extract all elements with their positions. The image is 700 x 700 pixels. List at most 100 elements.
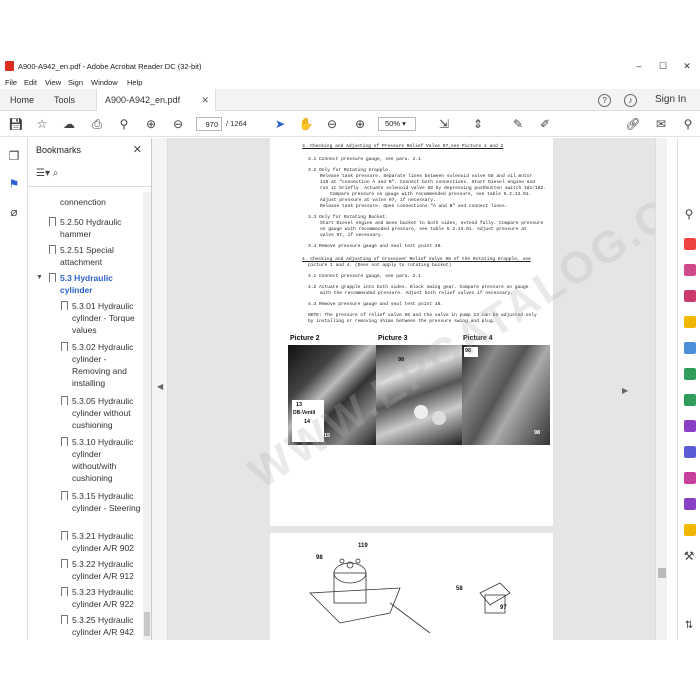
- bookmark-icon: [61, 491, 68, 500]
- doc-line: 119 at "connection A and B". Connect bot…: [320, 180, 536, 185]
- previous-page-icon[interactable]: ⊕: [143, 116, 159, 132]
- bookmarks-panel: Bookmarks ✕ ☰▾ ⌕ connenction 5.2.50 Hydr…: [28, 138, 152, 640]
- doc-line: 3.2 Only for Rotating Grapple.: [308, 168, 391, 173]
- page-thumbnails-icon[interactable]: ❐: [6, 148, 22, 164]
- find-icon[interactable]: ⚲: [680, 116, 696, 132]
- menu-sign[interactable]: Sign: [68, 78, 83, 87]
- bookmark-icon: [49, 217, 56, 226]
- fit-page-icon[interactable]: ⇲: [436, 116, 452, 132]
- panel-splitter[interactable]: ◀: [152, 138, 168, 640]
- prepare-form-icon[interactable]: [684, 472, 696, 484]
- attachments-icon[interactable]: ⌀: [6, 204, 22, 220]
- callout-label: 98: [316, 555, 323, 561]
- select-cursor-icon[interactable]: ➤: [272, 116, 288, 132]
- create-pdf-icon[interactable]: [684, 264, 696, 276]
- divider: [28, 186, 151, 187]
- page-number-input[interactable]: [196, 117, 222, 131]
- print-icon[interactable]: ⎙: [89, 116, 105, 132]
- export-pdf-icon[interactable]: [684, 238, 696, 250]
- tab-tools[interactable]: Tools: [46, 89, 83, 111]
- tab-close-icon[interactable]: ✕: [201, 89, 209, 111]
- help-icon[interactable]: ?: [598, 94, 611, 107]
- fill-sign-icon[interactable]: [684, 420, 696, 432]
- edit-pdf-icon[interactable]: [684, 290, 696, 302]
- document-scrollbar[interactable]: [655, 138, 667, 640]
- doc-line: Compare pressure on gauge with recommend…: [330, 192, 532, 197]
- comment-tool-icon[interactable]: [684, 316, 696, 328]
- search-icon[interactable]: ⚲: [681, 206, 697, 222]
- menu-view[interactable]: View: [45, 78, 61, 87]
- scan-ocr-icon[interactable]: [684, 394, 696, 406]
- doc-line: run it briefly. Actuate solenoid valve 5…: [320, 186, 547, 191]
- doc-line: picture 1 and 4. (Does not apply to rota…: [308, 263, 452, 268]
- next-page-icon[interactable]: ⊖: [170, 116, 186, 132]
- menu-file[interactable]: File: [5, 78, 17, 87]
- toolbar: 💾︎ ☆ ☁ ⎙ ⚲ ⊕ ⊖ / 1264 ➤ ✋ ⊖ ⊕ 50% ▾ ⇲ ⇕ …: [0, 111, 700, 137]
- bookmark-icon: [61, 587, 68, 596]
- comment-icon[interactable]: ✎: [510, 116, 526, 132]
- menu-window[interactable]: Window: [91, 78, 118, 87]
- document-view[interactable]: 3. Checking and Adjusting of Pressure Re…: [168, 138, 655, 640]
- cloud-upload-icon[interactable]: ☁: [61, 116, 77, 132]
- menu-edit[interactable]: Edit: [24, 78, 37, 87]
- share-link-icon[interactable]: 🔗︎: [625, 116, 641, 132]
- organize-pages-icon[interactable]: [684, 368, 696, 380]
- save-icon[interactable]: 💾︎: [8, 116, 24, 132]
- minimize-icon[interactable]: –: [632, 60, 646, 72]
- bookmarks-title: Bookmarks: [36, 145, 82, 155]
- scroll-mode-icon[interactable]: ⇕: [470, 116, 486, 132]
- close-panel-icon[interactable]: ✕: [133, 143, 142, 156]
- collapse-left-icon[interactable]: ◀: [157, 382, 163, 391]
- zoom-search-icon[interactable]: ⚲: [116, 116, 132, 132]
- doc-line: Release tank pressure. Open connections …: [320, 204, 508, 209]
- notifications-icon[interactable]: ♪: [624, 94, 637, 107]
- combine-files-icon[interactable]: [684, 342, 696, 354]
- callout-label: 13: [296, 402, 303, 408]
- menu-help[interactable]: Help: [127, 78, 142, 87]
- bookmark-icon: [61, 615, 68, 624]
- bookmarks-scrollbar[interactable]: [143, 192, 151, 640]
- bookmarks-icon[interactable]: ⚑: [6, 176, 22, 192]
- pdf-page: 119 98 58 97: [270, 533, 553, 640]
- scrollbar-thumb[interactable]: [658, 568, 666, 578]
- title-bar: A900-A942_en.pdf - Adobe Acrobat Reader …: [0, 57, 700, 76]
- scrollbar-thumb[interactable]: [144, 612, 150, 636]
- bookmark-icon: [61, 559, 68, 568]
- tab-home[interactable]: Home: [2, 89, 42, 111]
- tab-document[interactable]: A900-A942_en.pdf ✕: [96, 89, 216, 111]
- doc-line: Start Diesel engine and move bucket to b…: [320, 221, 544, 226]
- callout-label: 97: [500, 605, 507, 611]
- exploded-diagram: [309, 558, 511, 634]
- bookmark-icon: [61, 342, 68, 351]
- gauge-shape: [414, 405, 428, 419]
- tab-document-label: A900-A942_en.pdf: [105, 95, 181, 105]
- doc-line: 3.1 Connect pressure gauge, see para. 2.…: [308, 157, 422, 162]
- zoom-select[interactable]: 50% ▾: [378, 117, 416, 131]
- request-signature-icon[interactable]: [684, 498, 696, 510]
- callout-label: 58: [456, 586, 463, 592]
- page-count: / 1264: [226, 119, 247, 128]
- bookmark-icon: [49, 245, 56, 254]
- pdf-app-icon: [5, 61, 14, 71]
- picture-label: Picture 2: [290, 335, 320, 342]
- sign-in-link[interactable]: Sign In: [655, 94, 686, 105]
- maximize-icon[interactable]: ☐: [656, 60, 670, 72]
- protect-icon[interactable]: [684, 446, 696, 458]
- bookmark-star-icon[interactable]: ☆: [34, 116, 50, 132]
- close-icon[interactable]: ✕: [680, 60, 694, 72]
- highlight-pen-icon[interactable]: ✐: [537, 116, 553, 132]
- hand-tool-icon[interactable]: ✋: [298, 116, 314, 132]
- acrobat-window: A900-A942_en.pdf - Adobe Acrobat Reader …: [0, 57, 700, 640]
- expand-right-icon[interactable]: ▶: [622, 386, 628, 395]
- zoom-in-icon[interactable]: ⊕: [352, 116, 368, 132]
- email-icon[interactable]: ✉: [653, 116, 669, 132]
- tab-bar: Home Tools A900-A942_en.pdf ✕ ? ♪ Sign I…: [0, 89, 700, 111]
- collapse-tools-icon[interactable]: ⇅: [681, 618, 697, 634]
- more-tools-icon[interactable]: ⚒: [681, 548, 697, 564]
- doc-line: valve 97, if necessary.: [320, 233, 384, 238]
- bookmark-icon: [61, 531, 68, 540]
- bookmark-options-icon[interactable]: ☰▾ ⌕: [36, 168, 58, 179]
- zoom-out-icon[interactable]: ⊖: [324, 116, 340, 132]
- send-file-icon[interactable]: [684, 524, 696, 536]
- collapse-chevron-icon[interactable]: ▼: [36, 272, 43, 284]
